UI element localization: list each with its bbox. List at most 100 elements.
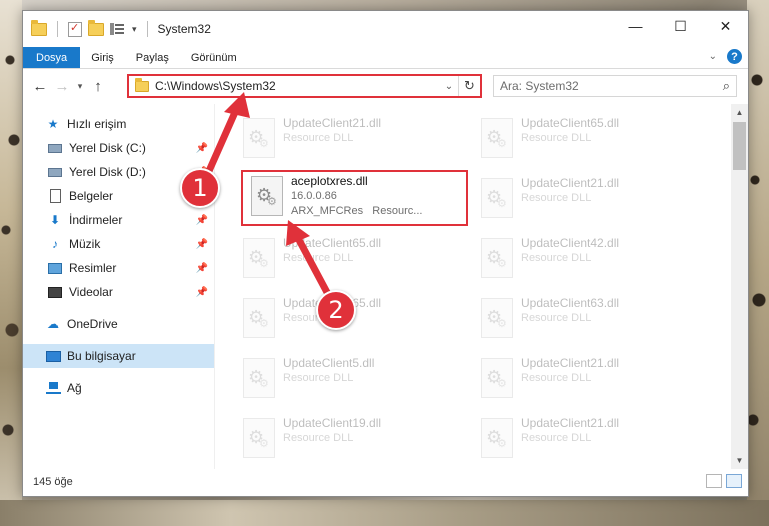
tab-view[interactable]: Görünüm <box>180 47 248 68</box>
scrollbar-thumb[interactable] <box>733 122 746 170</box>
file-type: Resource DLL <box>521 372 592 384</box>
nav-item-network[interactable]: Ağ <box>23 376 214 400</box>
star-icon: ★ <box>47 117 59 131</box>
minimize-button[interactable]: — <box>613 11 658 41</box>
vertical-scrollbar[interactable]: ▲ ▼ <box>731 104 748 469</box>
file-item[interactable]: UpdateClient42.dll Resource DLL <box>473 234 698 286</box>
tab-file[interactable]: Dosya <box>23 47 81 68</box>
callout-step-2: 2 <box>316 290 356 330</box>
videos-icon <box>47 285 63 299</box>
maximize-button[interactable]: ☐ <box>658 11 703 41</box>
window-controls: — ☐ ✕ <box>613 11 748 41</box>
file-item[interactable]: UpdateClient63.dll Resource DLL <box>473 294 698 346</box>
scroll-up-icon[interactable]: ▲ <box>731 104 748 121</box>
pictures-icon <box>47 261 63 275</box>
nav-item-label: Videolar <box>69 285 113 299</box>
scroll-down-icon[interactable]: ▼ <box>731 452 748 469</box>
file-name: UpdateClient21.dll <box>521 356 620 370</box>
search-box[interactable]: Ara: System32 ⌕ <box>493 75 737 97</box>
status-bar: 145 öğe <box>23 468 748 496</box>
nav-item-label: Hızlı erişim <box>67 117 127 131</box>
refresh-icon[interactable]: ↻ <box>458 76 480 96</box>
dll-file-icon <box>481 418 513 458</box>
nav-item-pictures[interactable]: Resimler 📌 <box>23 256 214 280</box>
view-icon[interactable] <box>110 22 126 36</box>
file-description: Resourc... <box>372 205 423 217</box>
address-dropdown-chevron-icon[interactable]: ⌄ <box>440 81 458 92</box>
separator <box>57 21 58 37</box>
explorer-body: ★ Hızlı erişim Yerel Disk (C:) 📌 Yerel D… <box>23 104 748 469</box>
file-type: Resource DLL <box>521 432 592 444</box>
file-item[interactable]: UpdateClient65.dll Resource DLL <box>235 234 460 286</box>
file-item[interactable]: UpdateClient19.dll Resource DLL <box>235 414 460 466</box>
file-item[interactable]: UpdateClient21.dll Resource DLL <box>473 414 698 466</box>
pin-icon[interactable]: 📌 <box>196 287 208 298</box>
close-button[interactable]: ✕ <box>703 11 748 41</box>
recent-locations-chevron-icon[interactable]: ▾ <box>73 81 87 92</box>
file-company: ARX_MFCRes <box>291 205 364 217</box>
window-title: System32 <box>157 22 211 36</box>
pin-icon[interactable]: 📌 <box>196 263 208 274</box>
dll-file-icon <box>481 238 513 278</box>
file-type: Resource DLL <box>283 372 354 384</box>
file-item[interactable]: UpdateClient21.dll Resource DLL <box>473 354 698 406</box>
pin-icon[interactable]: 📌 <box>196 143 208 154</box>
nav-item-label: Belgeler <box>69 189 114 203</box>
nav-item-onedrive[interactable]: ☁ OneDrive <box>23 312 214 336</box>
file-item[interactable]: UpdateClient21.dll Resource DLL <box>473 174 698 226</box>
search-icon[interactable]: ⌕ <box>723 78 730 94</box>
item-count: 145 öğe <box>33 476 73 488</box>
pin-icon[interactable]: 📌 <box>196 215 208 226</box>
dll-file-icon <box>481 178 513 218</box>
file-item[interactable]: UpdateClient5.dll Resource DLL <box>235 354 460 406</box>
address-folder-icon <box>135 77 149 92</box>
address-path[interactable]: C:\Windows\System32 <box>155 79 440 93</box>
documents-icon <box>47 189 63 203</box>
tab-share[interactable]: Paylaş <box>125 47 180 68</box>
help-icon[interactable]: ? <box>727 49 742 64</box>
nav-item-music[interactable]: ♪ Müzik 📌 <box>23 232 214 256</box>
folder-icon <box>31 19 47 36</box>
customize-toolbar-chevron-icon[interactable]: ▾ <box>132 24 137 35</box>
ribbon-right-controls: ⌄ ? <box>709 49 742 64</box>
desktop-background-bottom <box>0 500 769 526</box>
file-type: Resource DLL <box>283 132 354 144</box>
file-list: UpdateClient21.dll Resource DLL UpdateCli… <box>215 104 748 469</box>
nav-item-downloads[interactable]: ⬇ İndirmeler 📌 <box>23 208 214 232</box>
dll-file-icon <box>481 118 513 158</box>
nav-item-videos[interactable]: Videolar 📌 <box>23 280 214 304</box>
file-name: UpdateClient21.dll <box>521 416 620 430</box>
new-folder-icon[interactable] <box>88 19 104 36</box>
file-item[interactable]: UpdateClient21.dll Resource DLL <box>235 114 460 166</box>
address-bar[interactable]: C:\Windows\System32 ⌄ ↻ <box>127 74 482 98</box>
properties-icon[interactable] <box>68 21 82 37</box>
view-toggle <box>706 474 742 488</box>
callout-step-1: 1 <box>180 168 220 208</box>
nav-item-label: Müzik <box>69 237 101 251</box>
file-type: Resource DLL <box>521 312 592 324</box>
tiles-view-icon[interactable] <box>726 474 742 488</box>
file-name: aceplotxres.dll <box>291 174 368 188</box>
tab-home[interactable]: Giriş <box>80 47 125 68</box>
expand-ribbon-chevron-icon[interactable]: ⌄ <box>709 51 717 62</box>
nav-item-label: Ağ <box>67 381 82 395</box>
file-item[interactable]: UpdateClient65.dll Resource DLL <box>473 114 698 166</box>
details-view-icon[interactable] <box>706 474 722 488</box>
pin-icon[interactable]: 📌 <box>196 239 208 250</box>
file-type: Resource DLL <box>521 252 592 264</box>
downloads-icon: ⬇ <box>49 213 61 227</box>
forward-arrow-icon[interactable]: → <box>51 78 73 95</box>
back-arrow-icon[interactable]: ← <box>29 78 51 95</box>
title-bar: ▾ System32 — ☐ ✕ <box>23 11 748 47</box>
nav-item-local-disk-c[interactable]: Yerel Disk (C:) 📌 <box>23 136 214 160</box>
nav-item-quick-access[interactable]: ★ Hızlı erişim <box>23 112 214 136</box>
nav-item-this-pc[interactable]: Bu bilgisayar <box>23 344 214 368</box>
file-name: UpdateClient5.dll <box>283 356 375 370</box>
up-arrow-icon[interactable]: ↑ <box>87 78 109 95</box>
network-icon <box>45 381 61 395</box>
ribbon-tabs: Dosya Giriş Paylaş Görünüm ⌄ ? <box>23 47 748 69</box>
search-input[interactable]: Ara: System32 <box>500 79 723 93</box>
nav-item-label: İndirmeler <box>69 213 123 227</box>
file-type: Resource DLL <box>283 252 354 264</box>
file-item-aceplotxres[interactable]: aceplotxres.dll 16.0.0.86 ARX_MFCRes Res… <box>241 170 468 226</box>
